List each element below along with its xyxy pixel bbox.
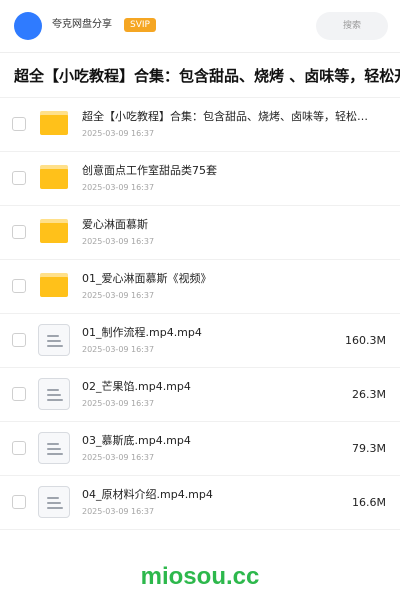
file-date: 2025-03-09 16:37 xyxy=(82,183,155,192)
select-checkbox[interactable] xyxy=(12,225,26,239)
document-icon xyxy=(38,432,70,464)
select-checkbox[interactable] xyxy=(12,387,26,401)
file-name: 01_爱心淋面慕斯《视频》 xyxy=(82,272,212,285)
file-name: 爱心淋面慕斯 xyxy=(82,218,148,231)
file-name: 超全【小吃教程】合集：包含甜品、烧烤、卤味等，轻松… xyxy=(82,110,368,123)
file-size: 79.3M xyxy=(352,442,386,455)
select-checkbox[interactable] xyxy=(12,495,26,509)
file-date: 2025-03-09 16:37 xyxy=(82,399,155,408)
file-name: 01_制作流程.mp4.mp4 xyxy=(82,326,202,339)
file-name: 02_芒果馅.mp4.mp4 xyxy=(82,380,191,393)
file-size: 16.6M xyxy=(352,496,386,509)
username: 夸克网盘分享 xyxy=(52,19,112,30)
list-item[interactable]: 01_爱心淋面慕斯《视频》 2025-03-09 16:37 xyxy=(0,259,400,313)
select-checkbox[interactable] xyxy=(12,171,26,185)
file-date: 2025-03-09 16:37 xyxy=(82,345,155,354)
file-date: 2025-03-09 16:37 xyxy=(82,237,155,246)
avatar[interactable] xyxy=(14,12,42,40)
list-item[interactable]: 爱心淋面慕斯 2025-03-09 16:37 xyxy=(0,205,400,259)
document-icon xyxy=(38,486,70,518)
select-checkbox[interactable] xyxy=(12,279,26,293)
file-size: 160.3M xyxy=(345,334,386,347)
file-name: 04_原材料介绍.mp4.mp4 xyxy=(82,488,213,501)
list-item[interactable]: 创意面点工作室甜品类75套 2025-03-09 16:37 xyxy=(0,151,400,205)
folder-icon xyxy=(40,111,68,135)
page-title: 超全【小吃教程】合集：包含甜品、烧烤 、卤味等，轻松开 xyxy=(14,67,400,85)
file-date: 2025-03-09 16:37 xyxy=(82,291,155,300)
file-list: 超全【小吃教程】合集：包含甜品、烧烤、卤味等，轻松… 2025-03-09 16… xyxy=(0,97,400,529)
top-bar: 夸克网盘分享 SVIP xyxy=(0,0,400,52)
svip-badge: SVIP xyxy=(124,18,156,32)
search-input[interactable] xyxy=(316,12,388,40)
watermark: miosou.cc xyxy=(140,563,260,590)
list-end-divider xyxy=(0,529,400,530)
file-date: 2025-03-09 16:37 xyxy=(82,507,155,516)
document-icon xyxy=(38,324,70,356)
file-name: 03_慕斯底.mp4.mp4 xyxy=(82,434,191,447)
list-item[interactable]: 04_原材料介绍.mp4.mp4 2025-03-09 16:37 16.6M xyxy=(0,475,400,529)
list-item[interactable]: 03_慕斯底.mp4.mp4 2025-03-09 16:37 79.3M xyxy=(0,421,400,475)
select-checkbox[interactable] xyxy=(12,441,26,455)
folder-icon xyxy=(40,165,68,189)
folder-icon xyxy=(40,273,68,297)
file-date: 2025-03-09 16:37 xyxy=(82,129,155,138)
list-item[interactable]: 02_芒果馅.mp4.mp4 2025-03-09 16:37 26.3M xyxy=(0,367,400,421)
list-item[interactable]: 超全【小吃教程】合集：包含甜品、烧烤、卤味等，轻松… 2025-03-09 16… xyxy=(0,97,400,151)
title-bar: 超全【小吃教程】合集：包含甜品、烧烤 、卤味等，轻松开 xyxy=(0,53,400,97)
select-checkbox[interactable] xyxy=(12,333,26,347)
file-name: 创意面点工作室甜品类75套 xyxy=(82,164,217,177)
file-date: 2025-03-09 16:37 xyxy=(82,453,155,462)
file-size: 26.3M xyxy=(352,388,386,401)
folder-icon xyxy=(40,219,68,243)
list-item[interactable]: 01_制作流程.mp4.mp4 2025-03-09 16:37 160.3M xyxy=(0,313,400,367)
document-icon xyxy=(38,378,70,410)
select-checkbox[interactable] xyxy=(12,117,26,131)
